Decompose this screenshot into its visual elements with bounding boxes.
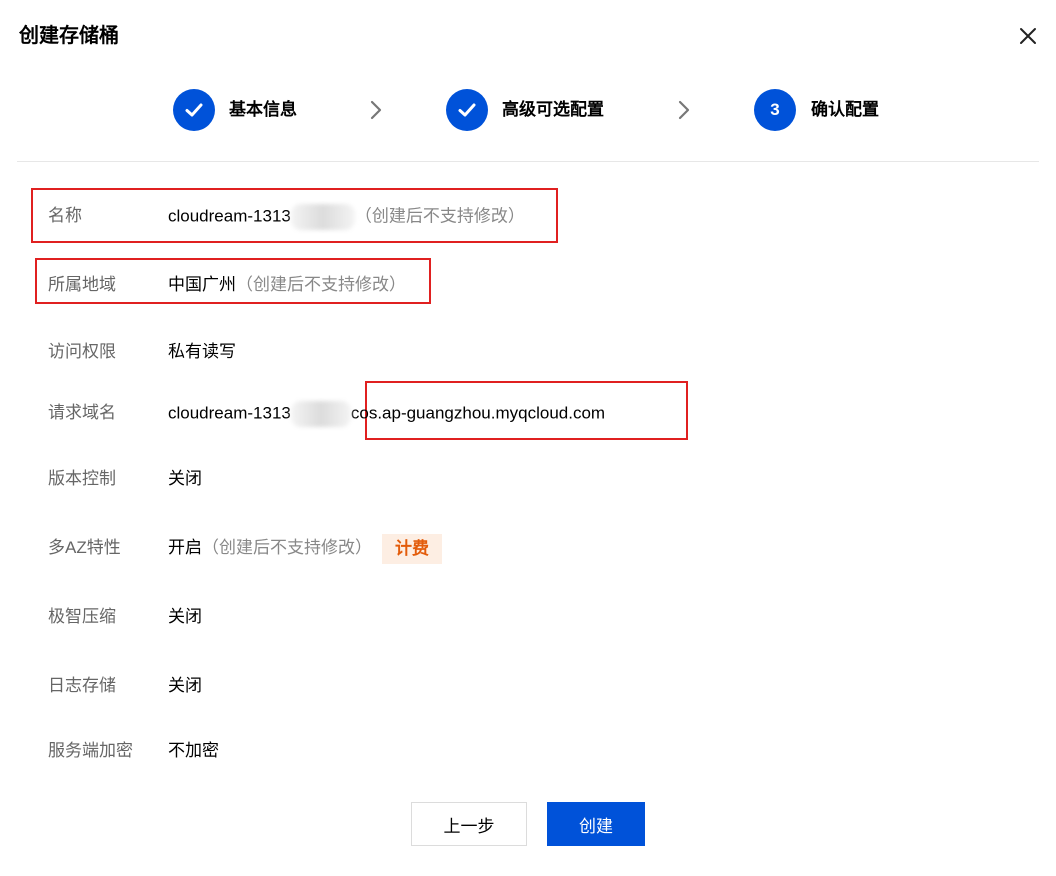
region-note: （创建后不支持修改）: [236, 275, 406, 294]
redacted-blur: [290, 401, 351, 427]
multi-az-note: （创建后不支持修改）: [202, 538, 372, 557]
step-1-check-icon: [173, 89, 215, 131]
redacted-blur: [290, 204, 355, 230]
encryption-value: 不加密: [168, 741, 219, 760]
step-2-check-icon: [446, 89, 488, 131]
name-text: cloudream-1313: [168, 206, 291, 226]
multi-az-value: 开启（创建后不支持修改） 计费: [168, 533, 442, 564]
encryption-label: 服务端加密: [48, 741, 133, 760]
step-1-label: 基本信息: [229, 100, 297, 119]
dialog-title: 创建存储桶: [19, 25, 119, 47]
compression-value: 关闭: [168, 607, 202, 626]
region-value: 中国广州（创建后不支持修改）: [168, 273, 406, 297]
compression-label: 极智压缩: [48, 607, 116, 626]
chevron-right-icon: [369, 100, 383, 120]
access-label: 访问权限: [48, 342, 116, 361]
prev-step-button[interactable]: 上一步: [411, 802, 527, 846]
name-value: cloudream-1313 （创建后不支持修改）: [168, 204, 525, 230]
region-label: 所属地域: [48, 275, 116, 294]
create-button[interactable]: 创建: [547, 802, 645, 846]
domain-value: cloudream-1313 cos.ap-guangzhou.myqcloud.…: [168, 401, 605, 427]
multi-az-label: 多AZ特性: [48, 538, 121, 557]
multi-az-text: 开启: [168, 538, 202, 557]
region-text: 中国广州: [168, 275, 236, 294]
versioning-label: 版本控制: [48, 469, 116, 488]
name-label: 名称: [48, 206, 82, 225]
step-3-label: 确认配置: [811, 100, 879, 119]
close-icon[interactable]: [1016, 24, 1040, 48]
versioning-value: 关闭: [168, 469, 202, 488]
logging-label: 日志存储: [48, 676, 116, 695]
divider: [17, 161, 1039, 162]
access-value: 私有读写: [168, 342, 236, 361]
domain-label: 请求域名: [48, 403, 116, 422]
name-note: （创建后不支持修改）: [354, 206, 525, 226]
logging-value: 关闭: [168, 676, 202, 695]
domain-prefix: cloudream-1313: [168, 403, 291, 423]
domain-suffix: cos.ap-guangzhou.myqcloud.com: [350, 403, 606, 423]
step-3-number: 3: [754, 89, 796, 131]
chevron-right-icon: [677, 100, 691, 120]
step-2-label: 高级可选配置: [502, 100, 604, 119]
billing-badge: 计费: [382, 533, 442, 564]
